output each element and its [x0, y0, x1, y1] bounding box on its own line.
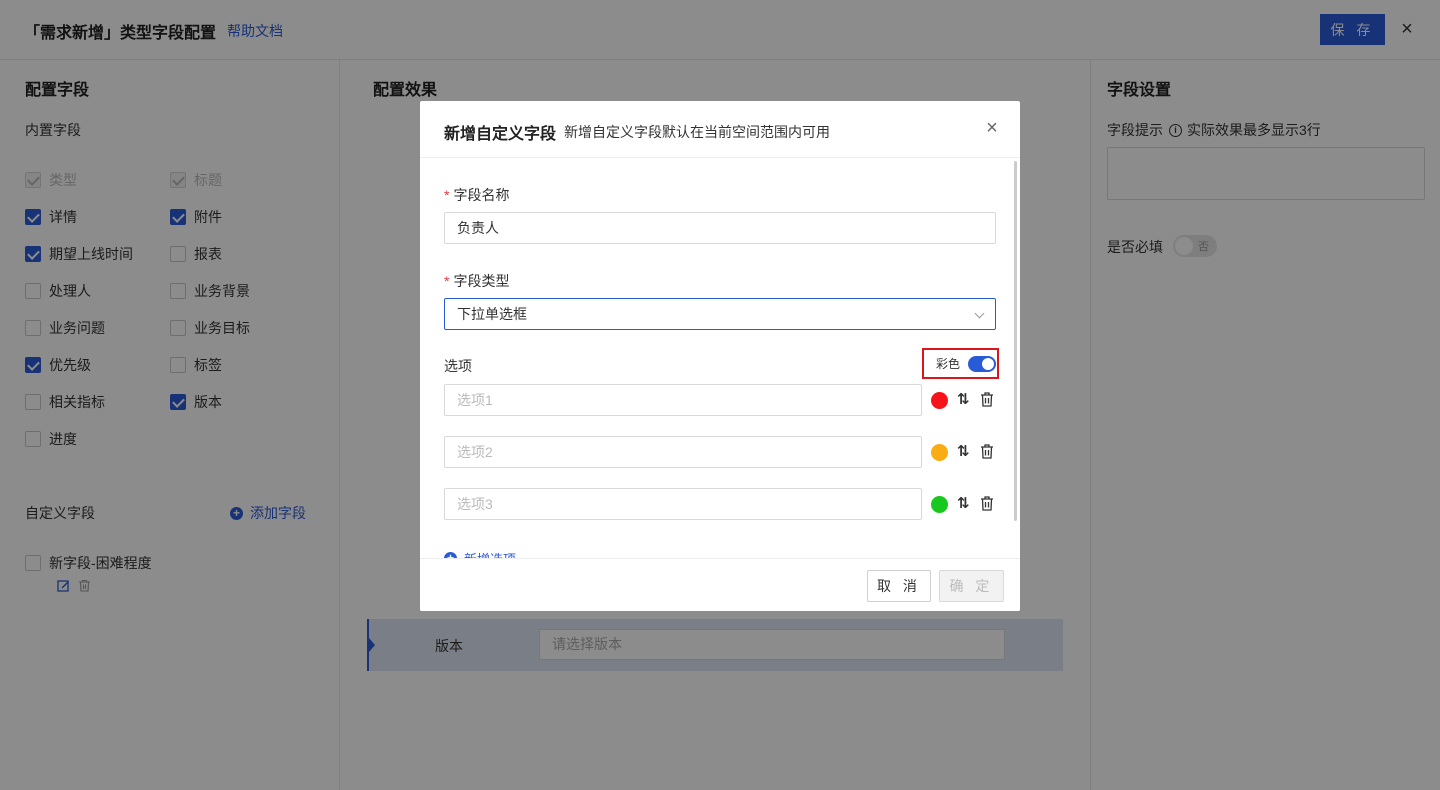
field-type-label: * 字段类型	[444, 271, 509, 291]
add-option-label: 新增选项	[464, 549, 516, 558]
color-toggle-highlight: 彩色	[922, 348, 999, 379]
required-star: *	[444, 187, 450, 203]
trash-icon[interactable]	[980, 496, 994, 511]
confirm-button[interactable]: 确 定	[939, 570, 1004, 602]
field-type-label-text: 字段类型	[453, 273, 510, 289]
field-type-select[interactable]: 下拉单选框	[444, 298, 996, 330]
option-input-3[interactable]: 选项3	[444, 488, 922, 520]
modal-footer: 取 消 确 定	[420, 558, 1020, 611]
color-toggle-label: 彩色	[936, 357, 961, 371]
sort-icon[interactable]: ⇅	[957, 442, 970, 460]
field-name-label: * 字段名称	[444, 185, 509, 205]
modal-scrollbar[interactable]	[1014, 161, 1017, 521]
trash-icon[interactable]	[980, 444, 994, 459]
option-color-dot-3[interactable]	[931, 496, 948, 513]
option-color-dot-1[interactable]	[931, 392, 948, 409]
modal-close-icon[interactable]: ×	[983, 117, 1001, 139]
field-name-input[interactable]: 负责人	[444, 212, 996, 244]
required-star: *	[444, 273, 450, 289]
option-input-2[interactable]: 选项2	[444, 436, 922, 468]
chevron-down-icon	[974, 308, 985, 319]
option-input-1[interactable]: 选项1	[444, 384, 922, 416]
field-type-value: 下拉单选框	[457, 306, 527, 322]
modal-header: 新增自定义字段 新增自定义字段默认在当前空间范围内可用 ×	[420, 101, 1020, 158]
add-option-button[interactable]: + 新增选项	[444, 549, 516, 558]
option-color-dot-2[interactable]	[931, 444, 948, 461]
cancel-button[interactable]: 取 消	[867, 570, 931, 602]
color-toggle-switch[interactable]	[968, 355, 997, 372]
switch-knob	[982, 357, 995, 370]
modal-title: 新增自定义字段	[444, 126, 557, 143]
add-custom-field-modal: 新增自定义字段 新增自定义字段默认在当前空间范围内可用 × * 字段名称 负责人 …	[420, 101, 1020, 611]
modal-subtitle: 新增自定义字段默认在当前空间范围内可用	[564, 124, 830, 140]
sort-icon[interactable]: ⇅	[957, 494, 970, 512]
field-name-label-text: 字段名称	[453, 187, 510, 203]
options-label: 选项	[444, 358, 472, 374]
modal-body: * 字段名称 负责人 * 字段类型 下拉单选框 选项 彩色 选项1 ⇅ 选项2 ⇅ …	[420, 158, 1020, 558]
sort-icon[interactable]: ⇅	[957, 390, 970, 408]
trash-icon[interactable]	[980, 392, 994, 407]
